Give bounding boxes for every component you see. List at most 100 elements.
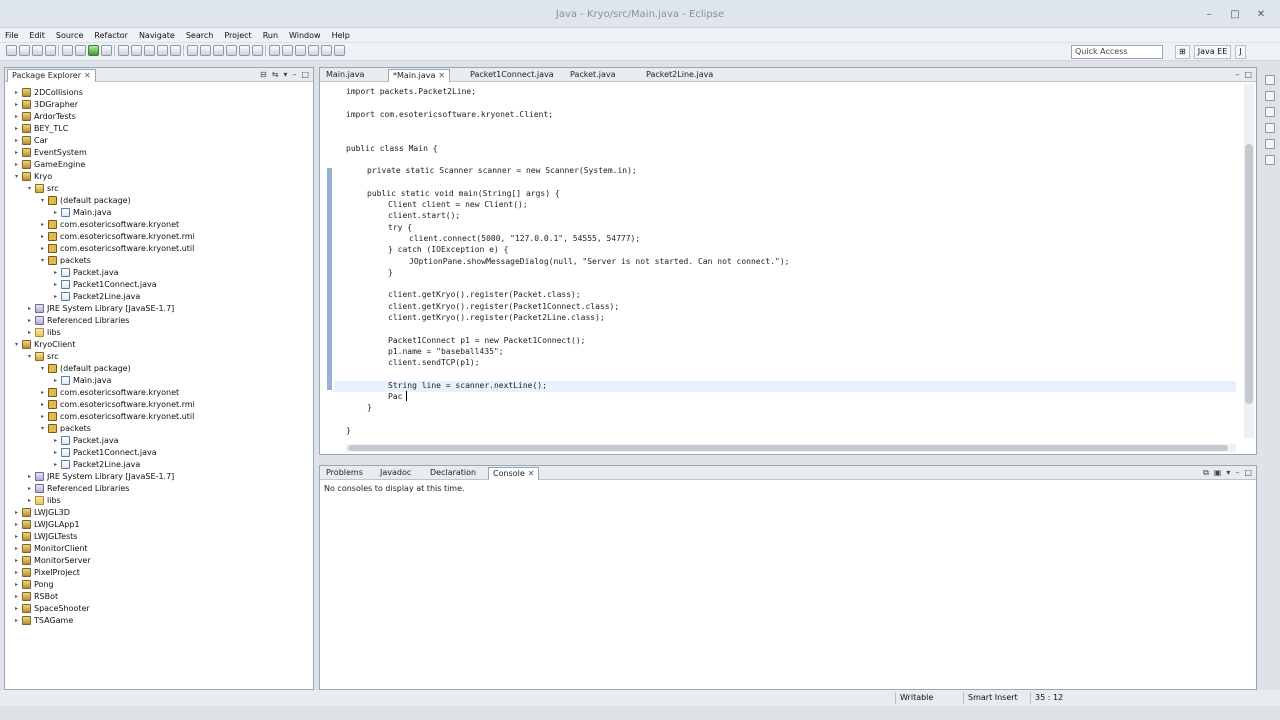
minimize-button[interactable]: – (1196, 8, 1222, 22)
history-back-icon[interactable] (308, 45, 319, 56)
menu-file[interactable]: File (0, 31, 24, 40)
tree-item[interactable]: ▸ GameEngine (5, 158, 85, 170)
tab-main-java-dirty[interactable]: *Main.java ✕ (388, 69, 451, 82)
minimize-icon[interactable]: – (292, 70, 296, 79)
tree-item[interactable]: ▸ Car (5, 134, 48, 146)
collapsed-arrow-icon[interactable]: ▸ (39, 413, 46, 420)
expanded-arrow-icon[interactable]: ▾ (26, 185, 33, 192)
collapsed-arrow-icon[interactable]: ▸ (52, 437, 59, 444)
collapsed-arrow-icon[interactable]: ▸ (26, 317, 33, 324)
pin-icon[interactable] (252, 45, 263, 56)
collapsed-arrow-icon[interactable]: ▸ (13, 149, 20, 156)
close-icon[interactable]: ✕ (528, 469, 535, 478)
tree-item[interactable]: ▾ (default package) (5, 362, 131, 374)
tree-item[interactable]: ▸ com.esotericsoftware.kryonet (5, 218, 179, 230)
close-icon[interactable]: ✕ (84, 71, 91, 80)
tree-item[interactable]: ▸ RSBot (5, 590, 58, 602)
save-all-icon[interactable] (32, 45, 43, 56)
collapsed-arrow-icon[interactable]: ▸ (13, 101, 20, 108)
menu-source[interactable]: Source (51, 31, 89, 40)
tree-item[interactable]: ▸ JRE System Library [JavaSE-1.7] (5, 470, 174, 482)
collapsed-arrow-icon[interactable]: ▸ (26, 497, 33, 504)
collapsed-arrow-icon[interactable]: ▸ (39, 221, 46, 228)
collapsed-arrow-icon[interactable]: ▸ (13, 509, 20, 516)
collapsed-arrow-icon[interactable]: ▸ (13, 137, 20, 144)
tab-main-java[interactable]: Main.java (322, 69, 368, 82)
tree-item[interactable]: ▸ LWJGLTests (5, 530, 77, 542)
tree-item[interactable]: ▸ libs (5, 326, 61, 338)
tab-javadoc[interactable]: Javadoc (376, 467, 415, 480)
tree-item[interactable]: ▸ LWJGL3D (5, 506, 70, 518)
tree-item[interactable]: ▸ EventSystem (5, 146, 87, 158)
collapsed-arrow-icon[interactable]: ▸ (13, 593, 20, 600)
tree-item[interactable]: ▾ packets (5, 254, 91, 266)
collapsed-arrow-icon[interactable]: ▸ (26, 305, 33, 312)
tree-item[interactable]: ▸ Referenced Libraries (5, 314, 129, 326)
tree-item[interactable]: ▸ com.esotericsoftware.kryonet.util (5, 410, 194, 422)
tree-item[interactable]: ▸ 2DCollisions (5, 86, 83, 98)
tree-item[interactable]: ▸ Pong (5, 578, 54, 590)
collapsed-arrow-icon[interactable]: ▸ (39, 245, 46, 252)
collapsed-arrow-icon[interactable]: ▸ (13, 569, 20, 576)
search-icon[interactable] (170, 45, 181, 56)
tree-item[interactable]: ▸ MonitorServer (5, 554, 91, 566)
tree-item[interactable]: ▸ com.esotericsoftware.kryonet.util (5, 242, 194, 254)
menu-navigate[interactable]: Navigate (134, 31, 181, 40)
tree-item[interactable]: ▾ KryoClient (5, 338, 75, 350)
collapsed-arrow-icon[interactable]: ▸ (39, 389, 46, 396)
tree-item[interactable]: ▸ Packet.java (5, 434, 118, 446)
open-perspective-button[interactable]: ⊞ (1175, 45, 1190, 59)
save-icon[interactable] (19, 45, 30, 56)
expanded-arrow-icon[interactable]: ▾ (39, 197, 46, 204)
collapsed-arrow-icon[interactable]: ▸ (52, 269, 59, 276)
collapsed-arrow-icon[interactable]: ▸ (52, 461, 59, 468)
minimize-icon[interactable]: – (1235, 70, 1239, 79)
open-console-icon[interactable]: ⧉ (1203, 468, 1209, 478)
whitespace-icon[interactable] (295, 45, 306, 56)
tree-item[interactable]: ▾ packets (5, 422, 91, 434)
collapsed-arrow-icon[interactable]: ▸ (13, 545, 20, 552)
maximize-icon[interactable]: □ (1244, 70, 1252, 79)
previous-annotation-icon[interactable] (200, 45, 211, 56)
history-forward-icon[interactable] (321, 45, 332, 56)
tree-item[interactable]: ▸ Main.java (5, 374, 111, 386)
display-console-icon[interactable]: ▣ (1214, 468, 1222, 478)
tab-packet2line-java[interactable]: Packet2Line.java (642, 69, 717, 82)
tab-package-explorer[interactable]: Package Explorer ✕ (7, 69, 96, 82)
menu-refactor[interactable]: Refactor (89, 31, 134, 40)
tab-problems[interactable]: Problems (322, 467, 367, 480)
tree-item[interactable]: ▸ com.esotericsoftware.kryonet.rmi (5, 230, 195, 242)
menu-edit[interactable]: Edit (24, 31, 51, 40)
markers-icon[interactable] (1265, 123, 1275, 133)
menu-window[interactable]: Window (284, 31, 327, 40)
tree-item[interactable]: ▸ Packet2Line.java (5, 458, 140, 470)
tree-item[interactable]: ▾ src (5, 182, 59, 194)
collapsed-arrow-icon[interactable]: ▸ (26, 485, 33, 492)
external-tools-icon[interactable] (101, 45, 112, 56)
tab-console[interactable]: Console ✕ (488, 467, 540, 480)
new-icon[interactable] (6, 45, 17, 56)
tree-item[interactable]: ▸ Packet1Connect.java (5, 446, 157, 458)
collapsed-arrow-icon[interactable]: ▸ (52, 209, 59, 216)
tree-item[interactable]: ▸ PixelProject (5, 566, 80, 578)
horizontal-scrollbar[interactable] (346, 444, 1236, 452)
scrollbar-thumb[interactable] (1245, 144, 1253, 404)
tree-item[interactable]: ▸ Packet2Line.java (5, 290, 140, 302)
expanded-arrow-icon[interactable]: ▾ (39, 257, 46, 264)
new-package-icon[interactable] (131, 45, 142, 56)
collapsed-arrow-icon[interactable]: ▸ (13, 581, 20, 588)
open-perspective-icon[interactable] (334, 45, 345, 56)
collapsed-arrow-icon[interactable]: ▸ (13, 617, 20, 624)
tree-item[interactable]: ▸ LWJGLApp1 (5, 518, 80, 530)
tree-item[interactable]: ▾ Kryo (5, 170, 52, 182)
collapsed-arrow-icon[interactable]: ▸ (13, 161, 20, 168)
collapsed-arrow-icon[interactable]: ▸ (39, 233, 46, 240)
tree-item[interactable]: ▸ BEY_TLC (5, 122, 68, 134)
collapsed-arrow-icon[interactable]: ▸ (13, 605, 20, 612)
tab-declaration[interactable]: Declaration (426, 467, 480, 480)
tree-item[interactable]: ▸ TSAGame (5, 614, 73, 626)
close-icon[interactable]: ✕ (438, 71, 445, 80)
tab-packet1connect-java[interactable]: Packet1Connect.java (466, 69, 558, 82)
expanded-arrow-icon[interactable]: ▾ (13, 341, 20, 348)
maximize-icon[interactable]: □ (1244, 468, 1252, 478)
